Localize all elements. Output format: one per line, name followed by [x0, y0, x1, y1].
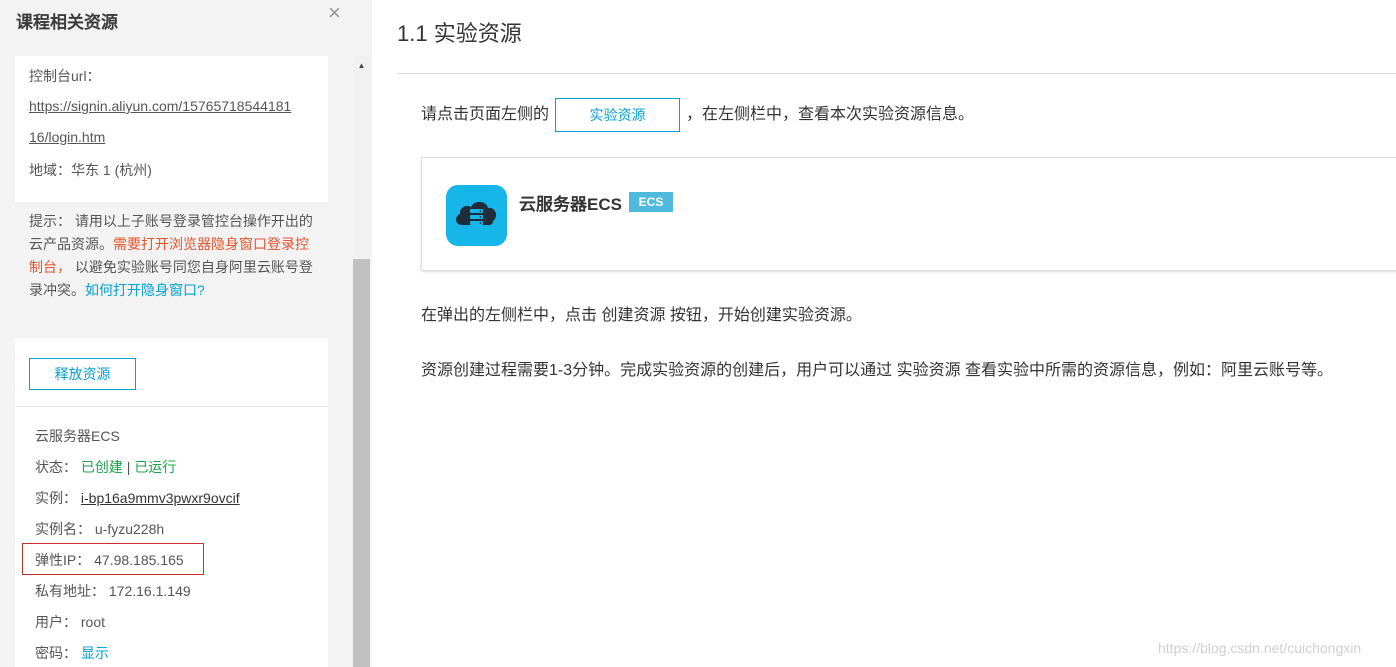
para1-text-before: 请点击页面左侧的	[421, 106, 550, 124]
resource-panel: 课程相关资源 × 控制台url： https://signin.aliyun.c…	[0, 0, 372, 667]
status-created: 已创建	[80, 459, 123, 475]
eip-row: 弹性IP： 47.98.185.165	[35, 550, 184, 570]
private-ip-label: 私有地址：	[35, 583, 105, 599]
console-url-link-line1[interactable]: https://signin.aliyun.com/15765718544181	[29, 98, 291, 114]
resource-name: 云服务器ECS	[35, 428, 120, 444]
instruction-paragraph-2: 在弹出的左侧栏中，点击 创建资源 按钮，开始创建实验资源。	[421, 307, 862, 324]
experiment-resource-button[interactable]: 实验资源	[555, 98, 681, 132]
user-value: root	[80, 614, 106, 630]
ecs-badge: ECS	[629, 192, 673, 212]
scroll-up-arrow-icon[interactable]: ▲	[353, 60, 370, 72]
panel-body: 控制台url： https://signin.aliyun.com/157657…	[15, 56, 328, 667]
password-label: 密码：	[35, 645, 77, 661]
console-url-link-line2[interactable]: 16/login.htm	[29, 129, 105, 145]
incognito-help-link[interactable]: 如何打开隐身窗口?	[85, 282, 205, 298]
user-label: 用户：	[35, 614, 77, 630]
ecs-card-title: 云服务器ECS	[519, 195, 622, 214]
status-separator: |	[126, 459, 131, 475]
instance-name-value: u-fyzu228h	[94, 521, 165, 537]
user-row: 用户： root	[35, 612, 105, 632]
instance-row: 实例： i-bp16a9mmv3pwxr9ovcif	[35, 488, 240, 508]
console-info: 控制台url： https://signin.aliyun.com/157657…	[15, 56, 328, 202]
para1-text-after: ，在左侧栏中，查看本次实验资源信息。	[686, 106, 975, 124]
panel-title: 课程相关资源	[16, 13, 118, 32]
release-resource-button[interactable]: 释放资源	[29, 358, 136, 390]
instance-name-row: 实例名： u-fyzu228h	[35, 519, 164, 539]
status-running: 已运行	[134, 459, 177, 475]
status-label: 状态：	[35, 459, 77, 475]
cloud-server-icon	[446, 185, 507, 246]
eip-label: 弹性IP：	[35, 552, 91, 568]
instruction-paragraph-3: 资源创建过程需要1-3分钟。完成实验资源的创建后，用户可以通过 实验资源 查看实…	[421, 362, 1334, 379]
instruction-paragraph-1: 请点击页面左侧的 实验资源 ，在左侧栏中，查看本次实验资源信息。	[421, 98, 974, 132]
private-ip-value: 172.16.1.149	[108, 583, 191, 599]
region-text: 地域：华东 1 (杭州)	[29, 162, 152, 178]
console-url-label: 控制台url：	[29, 68, 101, 84]
watermark: https://blog.csdn.net/cuichongxin	[1158, 640, 1362, 656]
instance-id-link[interactable]: i-bp16a9mmv3pwxr9ovcif	[81, 490, 240, 506]
instance-name-label: 实例名：	[35, 521, 91, 537]
show-password-link[interactable]: 显示	[81, 645, 109, 661]
close-icon[interactable]: ×	[328, 2, 341, 24]
password-row: 密码： 显示	[35, 643, 109, 663]
title-divider	[397, 73, 1396, 74]
instance-label: 实例：	[35, 490, 77, 506]
panel-scrollbar[interactable]: ▲	[353, 56, 370, 667]
page-title: 1.1 实验资源	[397, 21, 522, 46]
private-ip-row: 私有地址： 172.16.1.149	[35, 581, 191, 601]
status-row: 状态： 已创建 | 已运行	[35, 457, 176, 477]
eip-value: 47.98.185.165	[94, 552, 184, 568]
scrollbar-thumb[interactable]	[353, 259, 370, 667]
divider	[15, 406, 328, 407]
ecs-product-card[interactable]: 云服务器ECS ECS	[421, 157, 1396, 271]
tip-box: 提示： 请用以上子账号登录管控台操作开出的云产品资源。需要打开浏览器隐身窗口登录…	[15, 202, 328, 338]
panel-header: 课程相关资源 ×	[0, 0, 372, 56]
